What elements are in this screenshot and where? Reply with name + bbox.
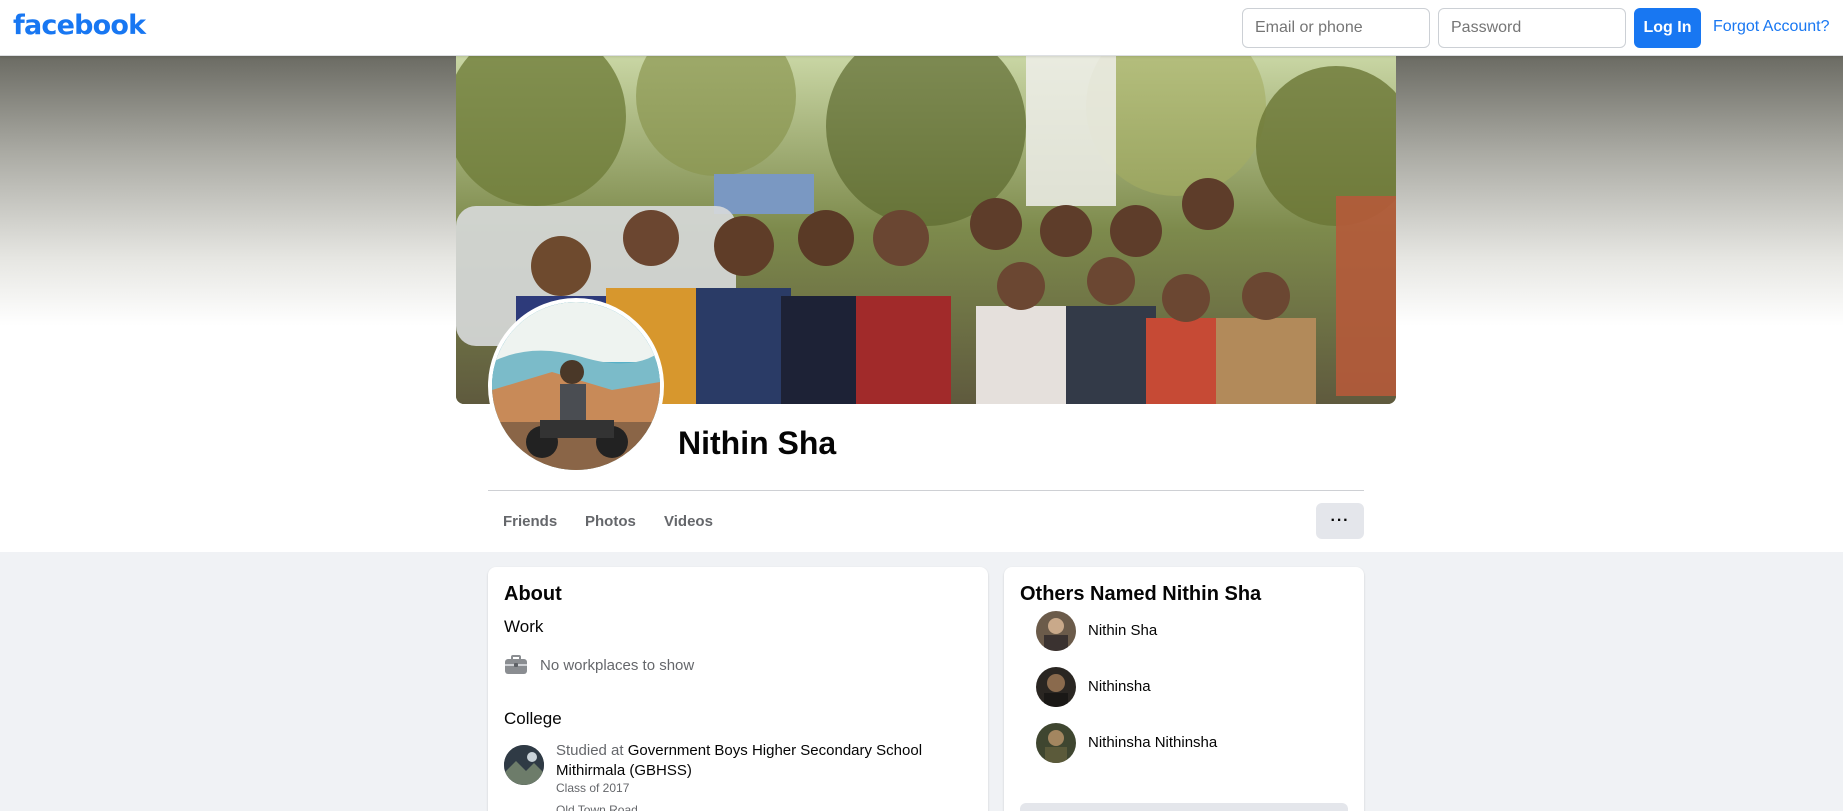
- header-divider: [488, 490, 1364, 491]
- studied-prefix: Studied at: [556, 742, 628, 759]
- about-card: About Work No workplaces to show College…: [488, 567, 988, 811]
- college-entry: Studied at Government Boys Higher Second…: [556, 741, 966, 781]
- tab-photos[interactable]: Photos: [585, 513, 636, 530]
- email-field[interactable]: [1242, 8, 1430, 48]
- tab-videos[interactable]: Videos: [664, 513, 713, 530]
- other-person-name: Nithinsha: [1088, 678, 1151, 695]
- forgot-account-link[interactable]: Forgot Account?: [1713, 18, 1830, 36]
- others-title: Others Named Nithin Sha: [1020, 583, 1262, 605]
- tab-friends[interactable]: Friends: [503, 513, 557, 530]
- no-workplaces-text: No workplaces to show: [540, 657, 695, 674]
- login-button[interactable]: Log In: [1634, 8, 1701, 48]
- school-avatar[interactable]: [504, 745, 544, 785]
- class-of-text: Class of 2017: [556, 781, 630, 795]
- more-options-button[interactable]: ···: [1316, 503, 1364, 539]
- other-person-name: Nithinsha Nithinsha: [1088, 734, 1218, 751]
- other-person-row[interactable]: Nithin Sha: [1036, 611, 1336, 651]
- about-title: About: [504, 583, 562, 605]
- college-extra-text: Old Town Road: [556, 803, 638, 811]
- briefcase-icon: [505, 655, 527, 674]
- profile-name: Nithin Sha: [678, 425, 837, 461]
- others-named-card: Others Named Nithin Sha Nithin Sha Nithi…: [1004, 567, 1364, 811]
- facebook-logo[interactable]: facebook: [13, 10, 146, 41]
- top-nav-bar: facebook Log In Forgot Account?: [0, 0, 1843, 56]
- other-person-row[interactable]: Nithinsha Nithinsha: [1036, 723, 1336, 763]
- avatar: [1036, 667, 1076, 707]
- password-field[interactable]: [1438, 8, 1626, 48]
- avatar: [1036, 611, 1076, 651]
- profile-avatar[interactable]: [488, 298, 664, 474]
- see-all-button[interactable]: [1020, 803, 1348, 811]
- other-person-name: Nithin Sha: [1088, 622, 1158, 639]
- college-title: College: [504, 709, 562, 728]
- work-title: Work: [504, 617, 544, 636]
- avatar: [1036, 723, 1076, 763]
- other-person-row[interactable]: Nithinsha: [1036, 667, 1336, 707]
